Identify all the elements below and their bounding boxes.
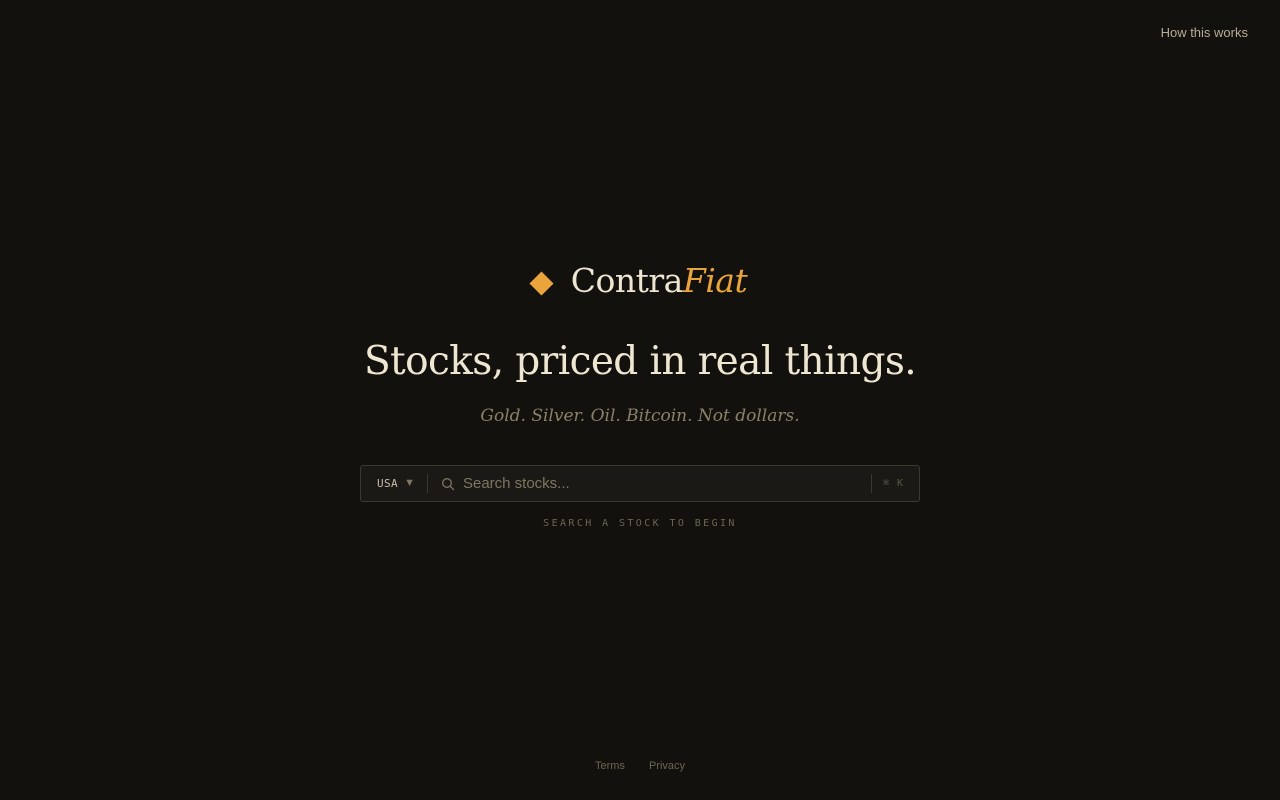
privacy-link[interactable]: Privacy bbox=[649, 758, 685, 774]
diamond-icon bbox=[529, 270, 554, 296]
how-this-works-link[interactable]: How this works bbox=[1161, 25, 1248, 41]
search-icon bbox=[441, 477, 455, 491]
brand-name-accent: Fiat bbox=[682, 261, 748, 300]
keyboard-shortcut-hint: ⌘ K bbox=[882, 478, 904, 489]
stock-search-bar: USA ▼ ⌘ K bbox=[360, 465, 920, 502]
country-select-value: USA bbox=[377, 477, 399, 490]
page-subheadline: Gold. Silver. Oil. Bitcoin. Not dollars. bbox=[480, 406, 800, 426]
search-hint: SEARCH A STOCK TO BEGIN bbox=[543, 518, 737, 529]
chevron-down-icon: ▼ bbox=[404, 477, 415, 489]
brand-name-main: Contra bbox=[570, 261, 684, 300]
page-headline: Stocks, priced in real things. bbox=[363, 339, 917, 384]
brand-name: ContraFiat bbox=[570, 258, 748, 304]
search-input[interactable] bbox=[462, 466, 871, 501]
country-select[interactable]: USA ▼ bbox=[361, 466, 427, 501]
search-divider bbox=[426, 474, 428, 493]
terms-link[interactable]: Terms bbox=[595, 758, 625, 774]
brand-logo: ContraFiat bbox=[0, 258, 1280, 304]
footer: Terms Privacy bbox=[0, 758, 1280, 774]
